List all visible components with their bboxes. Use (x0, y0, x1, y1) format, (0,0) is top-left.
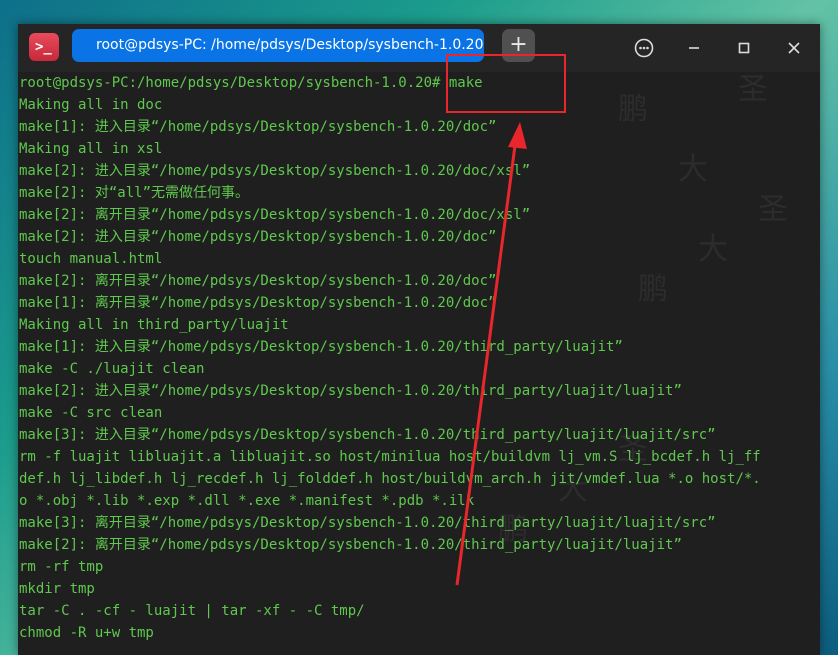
terminal-line: make[2]: 进入目录“/home/pdsys/Desktop/sysben… (19, 383, 682, 399)
terminal-line: rm -f luajit libluajit.a libluajit.so ho… (19, 449, 761, 465)
terminal-line: make[1]: 进入目录“/home/pdsys/Desktop/sysben… (19, 339, 623, 355)
terminal-line: make -C ./luajit clean (19, 361, 205, 377)
terminal-line: chmod -R u+w tmp (19, 625, 154, 641)
terminal-output[interactable]: root@pdsys-PC:/home/pdsys/Desktop/sysben… (18, 72, 820, 655)
terminal-line: Making all in third_party/luajit (19, 317, 289, 333)
terminal-line: mkdir tmp (19, 581, 95, 597)
terminal-line: make[2]: 离开目录“/home/pdsys/Desktop/sysben… (19, 537, 682, 553)
terminal-line: Making all in xsl (19, 141, 163, 157)
more-options-icon[interactable] (630, 34, 658, 62)
new-tab-button[interactable]: + (502, 29, 535, 62)
terminal-line: make[2]: 进入目录“/home/pdsys/Desktop/sysben… (19, 163, 531, 179)
terminal-line: make[1]: 离开目录“/home/pdsys/Desktop/sysben… (19, 295, 497, 311)
terminal-line: make[2]: 离开目录“/home/pdsys/Desktop/sysben… (19, 207, 531, 223)
terminal-line: touch manual.html (19, 251, 163, 267)
terminal-line: make[2]: 离开目录“/home/pdsys/Desktop/sysben… (19, 273, 497, 289)
terminal-line: make[1]: 进入目录“/home/pdsys/Desktop/sysben… (19, 119, 497, 135)
terminal-line: def.h lj_libdef.h lj_recdef.h lj_folddef… (19, 471, 761, 487)
terminal-line: make[2]: 进入目录“/home/pdsys/Desktop/sysben… (19, 229, 497, 245)
terminal-line: make[2]: 对“all”无需做任何事。 (19, 185, 250, 201)
terminal-line: make[3]: 进入目录“/home/pdsys/Desktop/sysben… (19, 427, 716, 443)
title-bar: >_ root@pdsys-PC: /home/pdsys/Desktop/sy… (18, 24, 820, 72)
close-icon[interactable] (780, 34, 808, 62)
terminal-line: make -C src clean (19, 405, 163, 421)
minimize-icon[interactable] (680, 34, 708, 62)
terminal-app-icon: >_ (29, 33, 59, 61)
terminal-window: >_ root@pdsys-PC: /home/pdsys/Desktop/sy… (18, 24, 820, 655)
terminal-line: tar -C . -cf - luajit | tar -xf - -C tmp… (19, 603, 365, 619)
terminal-line: Making all in doc (19, 97, 163, 113)
terminal-tab-active[interactable]: root@pdsys-PC: /home/pdsys/Desktop/sysbe… (72, 29, 484, 62)
terminal-line: o *.obj *.lib *.exp *.dll *.exe *.manife… (19, 493, 475, 509)
terminal-line: rm -rf tmp (19, 559, 104, 575)
maximize-icon[interactable] (730, 34, 758, 62)
terminal-line: root@pdsys-PC:/home/pdsys/Desktop/sysben… (19, 75, 483, 91)
terminal-line: make[3]: 离开目录“/home/pdsys/Desktop/sysben… (19, 515, 716, 531)
